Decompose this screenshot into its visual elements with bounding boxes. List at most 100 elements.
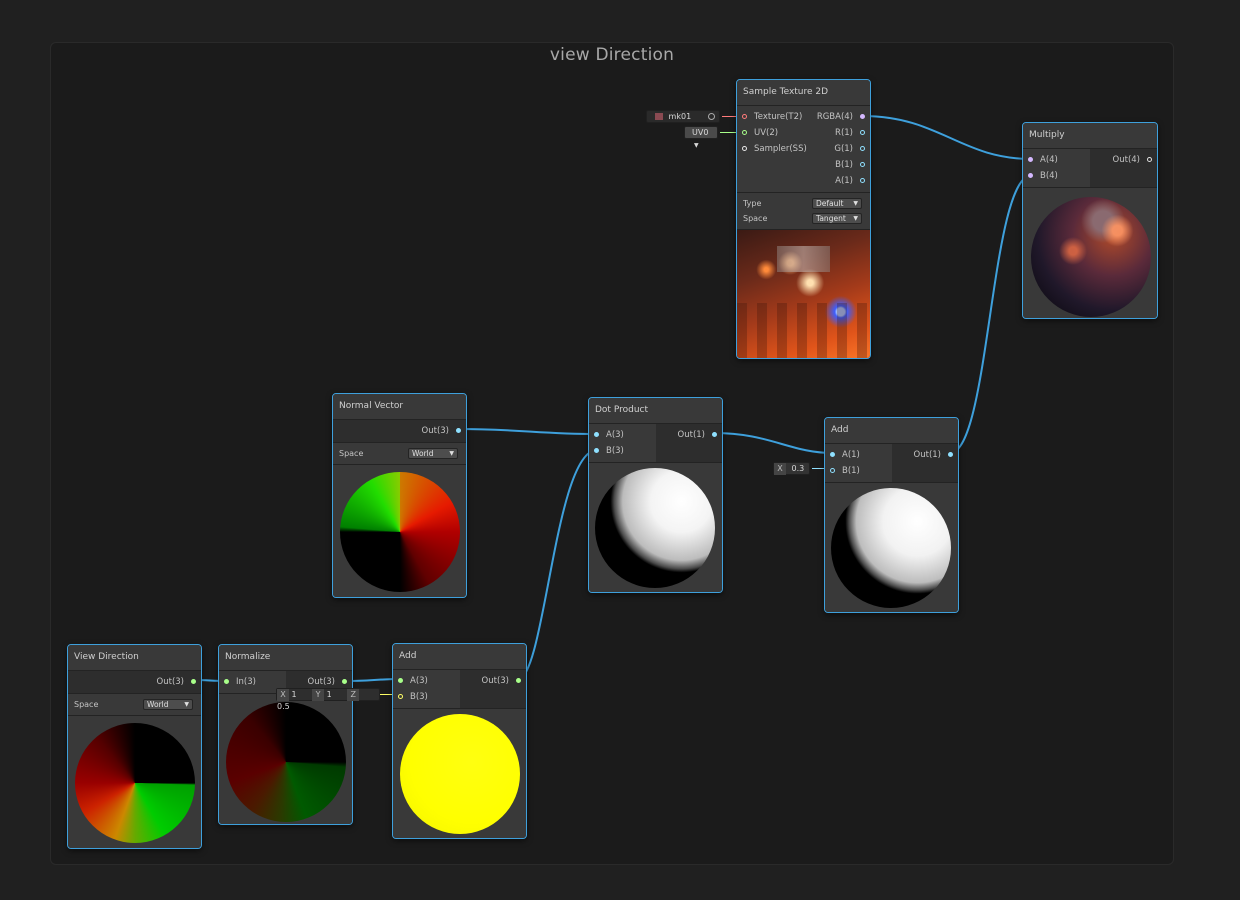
port-label: Out(3) <box>421 426 449 436</box>
node-dot-product[interactable]: Dot Product A(3) B(3) Out(1) <box>588 397 723 593</box>
properties: Space World ▼ <box>333 443 466 465</box>
add-vec-b-default[interactable]: X 1 Y 1 Z 0.5 <box>276 688 380 711</box>
ports: Out(3) <box>68 671 201 694</box>
port-a-out[interactable]: A(1) <box>807 173 870 189</box>
port-label: B(1) <box>835 160 853 170</box>
node-title[interactable]: Sample Texture 2D <box>737 80 870 106</box>
type-label: Type <box>743 199 762 208</box>
field-value: 1 <box>326 690 332 699</box>
field-label: Z <box>347 689 360 701</box>
node-title[interactable]: Dot Product <box>589 398 722 424</box>
node-normalize[interactable]: Normalize In(3) Out(3) <box>218 644 353 825</box>
node-add-vector[interactable]: Add A(3) B(3) Out(3) <box>392 643 527 839</box>
dropdown-arrow-icon: ▼ <box>853 200 858 207</box>
dropdown-arrow-icon: ▼ <box>184 701 189 708</box>
add-b-default-x[interactable]: X 0.3 <box>773 462 810 475</box>
field-value: 1 <box>291 690 297 699</box>
group-title[interactable]: view Direction <box>51 45 1173 65</box>
texture-default-connector <box>722 116 736 117</box>
dropdown-arrow-icon: ▼ <box>853 215 858 222</box>
node-normal-vector[interactable]: Normal Vector Out(3) Space World ▼ <box>332 393 467 598</box>
object-picker-icon[interactable] <box>708 113 715 120</box>
space-row: Space World ▼ <box>333 446 466 461</box>
port-b-in[interactable]: B(3) <box>393 689 460 705</box>
dropdown-value: Tangent <box>816 214 846 223</box>
uv-default-value: UV0 <box>692 128 709 137</box>
node-preview <box>393 709 526 838</box>
node-preview <box>219 694 352 824</box>
dropdown-value: World <box>147 700 169 709</box>
port-g-out[interactable]: G(1) <box>807 141 870 157</box>
space-dropdown[interactable]: World ▼ <box>408 448 458 459</box>
preview-sphere <box>340 472 460 592</box>
space-row: Space Tangent ▼ <box>737 211 870 226</box>
port-out[interactable]: Out(4) <box>1090 152 1157 168</box>
field-value: 0.5 <box>277 702 290 711</box>
texture-preview <box>737 230 870 358</box>
port-b-in[interactable]: B(4) <box>1023 168 1090 184</box>
port-label: Out(4) <box>1112 155 1140 165</box>
port-label: Out(3) <box>307 677 335 687</box>
port-b-out[interactable]: B(1) <box>807 157 870 173</box>
ports: Out(3) <box>333 420 466 443</box>
port-label: Sampler(SS) <box>754 144 807 154</box>
space-dropdown[interactable]: Tangent ▼ <box>812 213 862 224</box>
port-in[interactable]: In(3) <box>219 674 286 690</box>
port-b-in[interactable]: B(3) <box>589 443 656 459</box>
port-label: Texture(T2) <box>754 112 803 122</box>
port-texture-in[interactable]: Texture(T2) <box>737 109 807 125</box>
node-add-scalar[interactable]: Add A(1) B(1) Out(1) <box>824 417 959 613</box>
properties: Space World ▼ <box>68 694 201 716</box>
node-title[interactable]: Add <box>393 644 526 670</box>
texture-default-name: mk01 <box>668 112 692 121</box>
space-label: Space <box>339 449 364 458</box>
port-label: B(1) <box>842 466 860 476</box>
port-out[interactable]: Out(1) <box>892 447 959 463</box>
port-a-in[interactable]: A(3) <box>393 673 460 689</box>
preview-sphere <box>1031 197 1151 317</box>
node-sample-texture-2d[interactable]: Sample Texture 2D Texture(T2) UV(2) Samp… <box>736 79 871 359</box>
texture-default-field[interactable]: mk01 <box>646 110 720 123</box>
uv-default-connector <box>720 132 736 133</box>
port-b-in[interactable]: B(1) <box>825 463 892 479</box>
port-rgba-out[interactable]: RGBA(4) <box>807 109 870 125</box>
port-label: Out(1) <box>913 450 941 460</box>
type-dropdown[interactable]: Default ▼ <box>812 198 862 209</box>
node-preview <box>589 463 722 592</box>
node-title[interactable]: View Direction <box>68 645 201 671</box>
node-multiply[interactable]: Multiply A(4) B(4) Out(4) <box>1022 122 1158 319</box>
node-title[interactable]: Normal Vector <box>333 394 466 420</box>
port-out[interactable]: Out(3) <box>333 423 466 439</box>
port-label: A(3) <box>606 430 624 440</box>
port-sampler-in[interactable]: Sampler(SS) <box>737 141 807 157</box>
type-row: Type Default ▼ <box>737 196 870 211</box>
preview-sphere <box>595 468 715 588</box>
port-label: A(3) <box>410 676 428 686</box>
port-out[interactable]: Out(1) <box>656 427 723 443</box>
uv-default-dropdown[interactable]: UV0 ▼ <box>684 126 718 149</box>
ports: A(4) B(4) Out(4) <box>1023 149 1157 188</box>
port-label: Out(3) <box>156 677 184 687</box>
port-uv-in[interactable]: UV(2) <box>737 125 807 141</box>
dropdown-arrow-icon: ▼ <box>694 142 699 149</box>
preview-sphere <box>226 702 346 822</box>
space-dropdown[interactable]: World ▼ <box>143 699 193 710</box>
properties: Type Default ▼ Space Tangent ▼ <box>737 193 870 230</box>
port-out[interactable]: Out(3) <box>68 674 201 690</box>
port-r-out[interactable]: R(1) <box>807 125 870 141</box>
port-a-in[interactable]: A(4) <box>1023 152 1090 168</box>
port-label: RGBA(4) <box>816 112 853 122</box>
port-a-in[interactable]: A(1) <box>825 447 892 463</box>
port-a-in[interactable]: A(3) <box>589 427 656 443</box>
node-title[interactable]: Multiply <box>1023 123 1157 149</box>
node-title[interactable]: Normalize <box>219 645 352 671</box>
ports: A(1) B(1) Out(1) <box>825 444 958 483</box>
space-label: Space <box>743 214 768 223</box>
field-label: Y <box>312 689 325 701</box>
port-out[interactable]: Out(3) <box>460 673 527 689</box>
preview-sphere <box>831 488 951 608</box>
ports: Texture(T2) UV(2) Sampler(SS) RGBA(4) R(… <box>737 106 870 193</box>
node-view-direction[interactable]: View Direction Out(3) Space World ▼ <box>67 644 202 849</box>
node-preview <box>1023 188 1157 318</box>
node-title[interactable]: Add <box>825 418 958 444</box>
